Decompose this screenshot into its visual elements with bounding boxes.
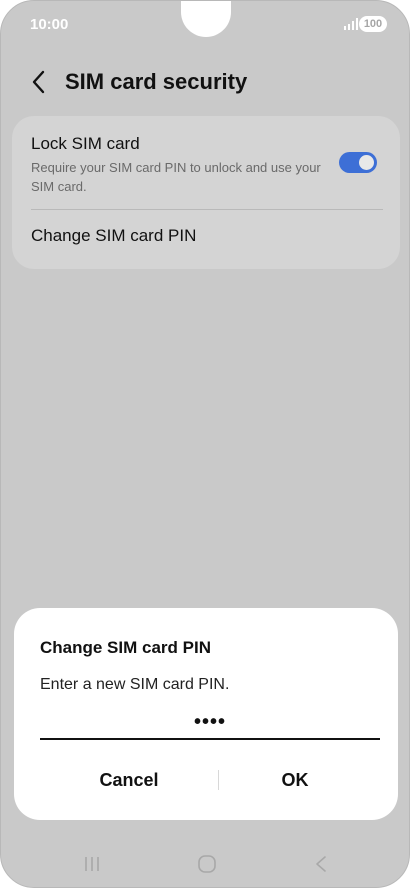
ok-button[interactable]: OK <box>219 758 371 802</box>
camera-notch <box>181 1 231 37</box>
lock-sim-toggle[interactable] <box>339 152 377 173</box>
navigation-bar <box>1 841 409 887</box>
toggle-knob <box>359 155 374 170</box>
home-icon[interactable] <box>197 854 217 874</box>
lock-sim-setting[interactable]: Lock SIM card Require your SIM card PIN … <box>12 116 400 209</box>
signal-icon <box>344 18 358 30</box>
status-time: 10:00 <box>30 16 69 33</box>
page-title: SIM card security <box>65 69 248 94</box>
change-pin-dialog: Change SIM card PIN Enter a new SIM card… <box>14 608 398 820</box>
header: SIM card security <box>1 59 409 107</box>
recents-icon[interactable] <box>83 855 101 873</box>
dialog-message: Enter a new SIM card PIN. <box>40 676 230 693</box>
dialog-title: Change SIM card PIN <box>40 638 211 657</box>
pin-input[interactable] <box>40 706 380 740</box>
lock-sim-description: Require your SIM card PIN to unlock and … <box>31 160 321 194</box>
status-bar: 10:00 100 <box>1 1 409 49</box>
cancel-button[interactable]: Cancel <box>34 758 224 802</box>
settings-card: Lock SIM card Require your SIM card PIN … <box>12 116 400 269</box>
change-pin-setting[interactable]: Change SIM card PIN <box>12 210 400 269</box>
chevron-left-icon[interactable] <box>29 69 49 95</box>
back-icon[interactable] <box>313 854 329 874</box>
phone-screen: 10:00 100 SIM card security Lock SIM car… <box>0 0 410 888</box>
battery-badge: 100 <box>359 16 387 32</box>
lock-sim-title: Lock SIM card <box>31 134 140 153</box>
change-pin-label: Change SIM card PIN <box>31 226 197 245</box>
